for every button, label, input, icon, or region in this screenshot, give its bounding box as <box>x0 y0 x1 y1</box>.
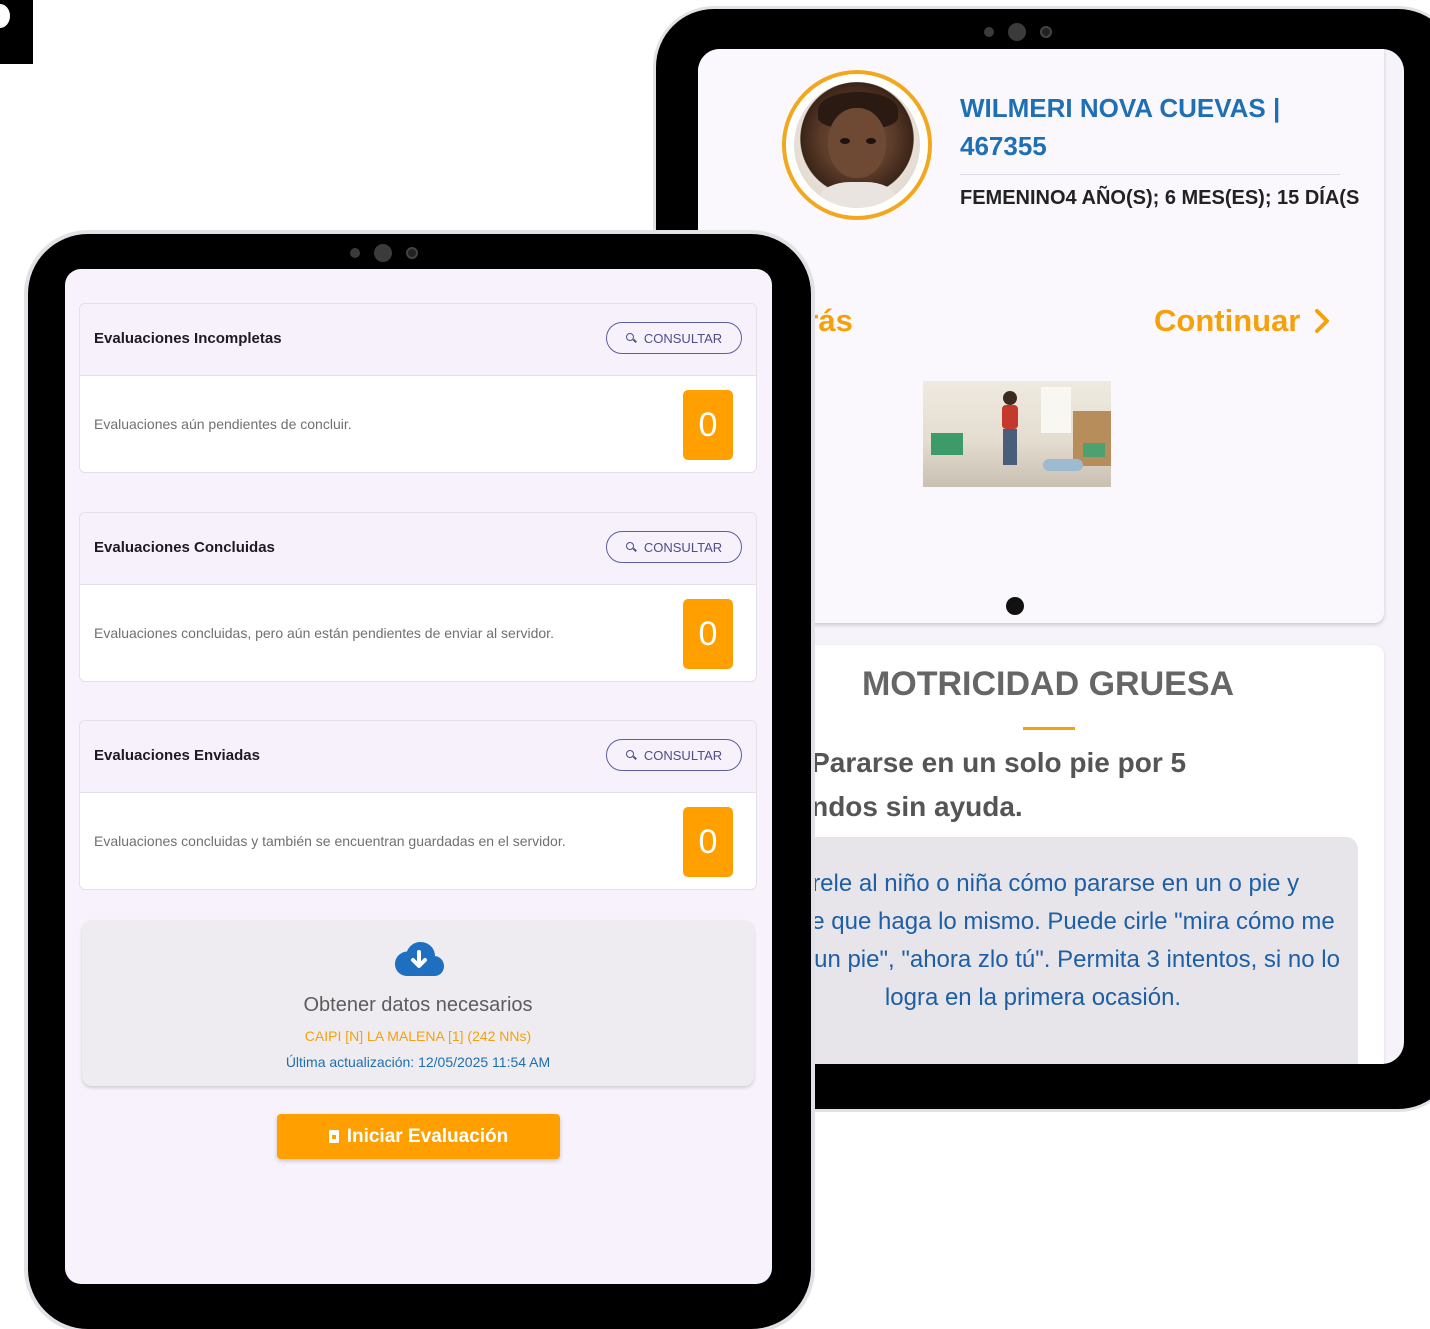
consult-button[interactable]: CONSULTAR <box>606 739 742 771</box>
card-title: Evaluaciones Incompletas <box>94 330 282 347</box>
cloud-download-icon <box>395 942 444 976</box>
card-header: Evaluaciones Incompletas CONSULTAR <box>80 304 756 376</box>
card-description: Evaluaciones concluidas, pero aún están … <box>94 625 554 641</box>
consult-label: CONSULTAR <box>643 330 723 346</box>
search-icon <box>625 332 637 344</box>
child-info: FEMENINO4 AÑO(S); 6 MES(ES); 15 DÍA(S <box>960 187 1360 209</box>
last-updated: Última actualización: 12/05/2025 11:54 A… <box>285 1054 551 1070</box>
avatar <box>782 70 932 220</box>
continue-label: Continuar <box>1154 303 1301 338</box>
start-evaluation-label: Iniciar Evaluación <box>346 1125 509 1147</box>
camera-icon <box>350 244 418 262</box>
center-info: CAIPI [N] LA MALENA [1] (242 NNs) <box>304 1028 532 1044</box>
count-badge: 0 <box>683 390 733 460</box>
consult-button[interactable]: CONSULTAR <box>606 322 742 354</box>
card-description: Evaluaciones aún pendientes de concluir. <box>94 416 352 432</box>
child-name: WILMERI NOVA CUEVAS | 467355 <box>960 93 1281 161</box>
child-photo <box>794 82 920 208</box>
consult-label: CONSULTAR <box>643 747 723 763</box>
title-underline <box>1023 727 1075 730</box>
task-item-text: - Pararse en un solo pie por 5 undos sin… <box>794 747 1187 822</box>
divider <box>813 379 815 423</box>
count-badge: 0 <box>683 807 733 877</box>
search-icon <box>625 541 637 553</box>
sent-evaluations-card: Evaluaciones Enviadas CONSULTAR Evaluaci… <box>79 720 757 890</box>
start-evaluation-button[interactable]: Iniciar Evaluación <box>277 1114 560 1159</box>
card-header: Evaluaciones Enviadas CONSULTAR <box>80 721 756 793</box>
card-header: Evaluaciones Concluidas CONSULTAR <box>80 513 756 585</box>
card-description: Evaluaciones concluidas y también se enc… <box>94 833 566 849</box>
document-icon <box>328 1130 339 1143</box>
card-title: Evaluaciones Enviadas <box>94 747 260 764</box>
divider <box>813 333 815 373</box>
pager-dot[interactable] <box>1006 597 1024 615</box>
instruction-text: uéstrele al niño o niña cómo pararse en … <box>726 870 1340 1011</box>
search-icon <box>625 749 637 761</box>
concluded-evaluations-card: Evaluaciones Concluidas CONSULTAR Evalua… <box>79 512 757 682</box>
continue-button[interactable]: Continuar <box>1154 303 1330 339</box>
count-badge: 0 <box>683 599 733 669</box>
camera-icon <box>984 23 1052 41</box>
consult-button[interactable]: CONSULTAR <box>606 531 742 563</box>
corner-logo-fragment <box>0 0 33 64</box>
instruction-box: uéstrele al niño o niña cómo pararse en … <box>718 837 1358 1064</box>
download-data-panel[interactable]: Obtener datos necesarios CAIPI [N] LA MA… <box>82 920 754 1086</box>
chevron-right-icon <box>1315 309 1330 333</box>
incomplete-evaluations-card: Evaluaciones Incompletas CONSULTAR Evalu… <box>79 303 757 473</box>
divider <box>960 174 1340 175</box>
front-tablet: Evaluaciones Incompletas CONSULTAR Evalu… <box>28 234 811 1329</box>
front-screen: Evaluaciones Incompletas CONSULTAR Evalu… <box>65 269 772 1284</box>
task-illustration-photo <box>923 381 1111 487</box>
consult-label: CONSULTAR <box>643 539 723 555</box>
download-title: Obtener datos necesarios <box>303 994 533 1016</box>
card-title: Evaluaciones Concluidas <box>94 539 275 556</box>
